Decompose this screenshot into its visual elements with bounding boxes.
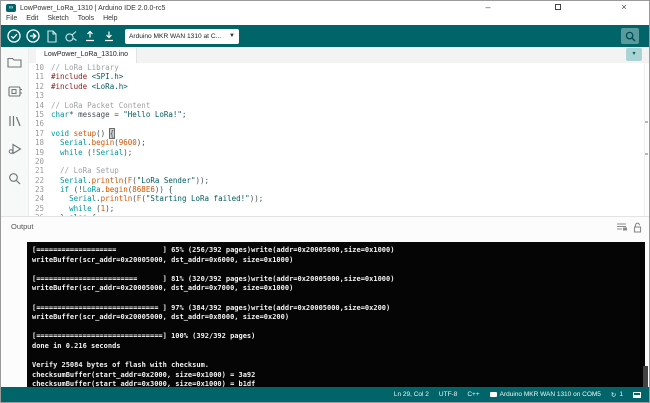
library-manager-icon[interactable] [7,112,23,128]
upload-button[interactable] [25,29,40,44]
close-button[interactable]: × [611,1,637,14]
output-title: Output [11,222,34,231]
tab-options-dropdown[interactable]: ▾ [626,48,642,61]
code-line: 11#include <SPI.h> [29,72,644,81]
code-line: 13 [29,91,644,100]
sketchbook-folder-icon[interactable] [7,54,23,70]
minimize-button[interactable]: – [475,1,501,14]
activity-sidebar [1,47,29,216]
console-line: [==============================] 100% (3… [32,332,645,342]
selected-board-label: Arduino MKR WAN 1310 at C... [129,33,229,40]
console-line: [======================== ] 81% (320/392… [32,275,645,285]
console-line: [============================= ] 97% (38… [32,304,645,314]
arduino-ide-window: ∞ LowPower_LoRa_1310 | Arduino IDE 2.0.0… [0,0,650,403]
code-line: 23 if (!LoRa.begin(868E6)) { [29,185,644,194]
code-line: 18 Serial.begin(9600); [29,138,644,147]
console-line: writeBuffer(scr_addr=0x20005000, dst_add… [32,284,645,294]
console-line: done in 0.216 seconds [32,342,645,352]
code-line: 16 [29,119,644,128]
code-line: 19 while (!Serial); [29,148,644,157]
code-line: 20 [29,157,644,166]
tab-lowpower-lora-1310[interactable]: LowPower_LoRa_1310.ino [36,47,137,63]
sketch-file-icon[interactable] [44,29,59,44]
code-line: 25 while (1); [29,204,644,213]
window-title: LowPower_LoRa_1310 | Arduino IDE 2.0.0-r… [20,5,165,12]
chevron-down-icon: ▼ [229,33,235,39]
verify-button[interactable] [6,29,21,44]
console-scrollbar-thumb[interactable] [643,366,648,388]
code-line: 21 // LoRa Setup [29,166,644,175]
notifications-indicator[interactable]: ↻ 1 [611,391,623,399]
console-line [32,352,645,362]
code-line: 24 Serial.println(F("Starting LoRa faile… [29,194,644,203]
tabbar: LowPower_LoRa_1310.ino ▾ [29,47,649,63]
clear-output-icon[interactable] [616,222,627,233]
cursor-position[interactable]: Ln 29, Col 2 [394,391,429,398]
import-sketch-button[interactable] [101,29,116,44]
main-area: LowPower_LoRa_1310.ino ▾ 10// LoRa Libra… [1,47,649,216]
console-line: writeBuffer(scr_addr=0x20005000, dst_add… [32,313,645,323]
console-line [32,323,645,333]
code-line: 10// LoRa Library [29,63,644,72]
editor-area: LowPower_LoRa_1310.ino ▾ 10// LoRa Libra… [29,47,649,216]
console-line: writeBuffer(scr_addr=0x20005000, dst_add… [32,256,645,266]
menu-edit[interactable]: Edit [26,15,38,25]
board-selector-dropdown[interactable]: Arduino MKR WAN 1310 at C... ▼ [125,29,239,44]
board-icon [490,392,497,397]
sync-icon: ↻ [611,391,616,399]
statusbar: Ln 29, Col 2 UTF-8 C++ Arduino MKR WAN 1… [1,387,649,402]
console-line [32,294,645,304]
code-editor[interactable]: 10// LoRa Library11#include <SPI.h>12#in… [29,63,644,216]
console-line: [=================== ] 65% (256/392 page… [32,246,645,256]
output-header: Output [1,217,649,242]
console-line: Verify 25084 bytes of flash with checksu… [32,361,645,371]
output-console[interactable]: [=================== ] 65% (256/392 page… [27,242,645,389]
export-binary-button[interactable] [82,29,97,44]
code-line: 15char* message = "Hello LoRa!"; [29,110,644,119]
board-port-indicator[interactable]: Arduino MKR WAN 1310 on COM5 [490,391,601,398]
console-line: checksumBuffer(start_addr=0x2000, size=0… [32,371,645,381]
search-icon[interactable] [7,170,23,186]
encoding-indicator[interactable]: UTF-8 [439,391,457,398]
code-line: 22 Serial.println(F("LoRa Sender")); [29,176,644,185]
console-line [32,265,645,275]
editor-scrollbar[interactable] [644,63,649,216]
menu-sketch[interactable]: Sketch [47,15,68,25]
menubar: File Edit Sketch Tools Help [1,15,649,25]
boards-manager-icon[interactable] [7,83,23,99]
code-line: 12#include <LoRa.h> [29,82,644,91]
scroll-lock-icon[interactable] [633,222,642,233]
menu-file[interactable]: File [6,15,17,25]
code-line: 14// LoRa Packet Content [29,101,644,110]
maximize-button[interactable] [545,1,571,14]
toggle-panel-icon[interactable] [633,392,641,398]
toolbar: Arduino MKR WAN 1310 at C... ▼ [1,25,649,47]
notification-count: 1 [619,391,623,398]
debug-sidebar-icon[interactable] [7,141,23,157]
menu-help[interactable]: Help [103,15,117,25]
menu-tools[interactable]: Tools [78,15,94,25]
output-panel: Output [=================== ] 65% (256/3… [1,216,649,389]
board-port-label: Arduino MKR WAN 1310 on COM5 [500,391,601,398]
titlebar: ∞ LowPower_LoRa_1310 | Arduino IDE 2.0.0… [1,1,649,15]
code-line: 17void setup() { [29,129,644,138]
arduino-logo-icon: ∞ [6,4,16,12]
serial-monitor-button[interactable] [621,28,639,44]
language-indicator[interactable]: C++ [467,391,479,398]
debug-button[interactable] [63,29,78,44]
